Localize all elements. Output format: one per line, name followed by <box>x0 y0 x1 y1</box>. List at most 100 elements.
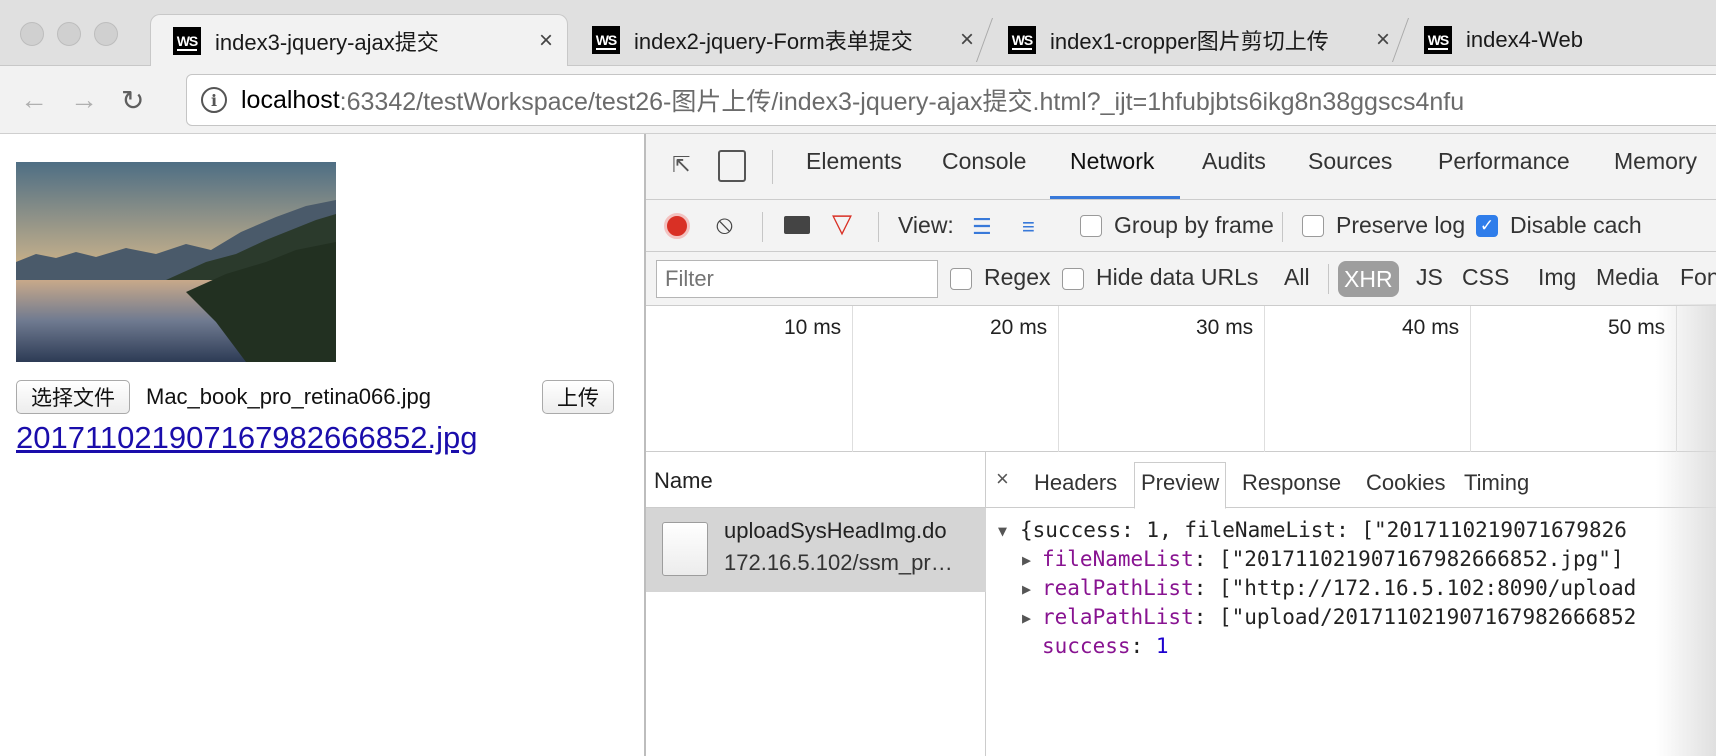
hide-data-urls-label: Hide data URLs <box>1096 264 1259 290</box>
group-by-frame-label: Group by frame <box>1114 212 1274 238</box>
json-value: : ["upload/201711021907167982666852 <box>1193 605 1637 629</box>
type-filter-all[interactable]: All <box>1284 264 1310 291</box>
json-key: success <box>1042 634 1131 658</box>
request-detail-panel: × Headers Preview Response Cookies Timin… <box>986 452 1716 756</box>
network-timeline-overview[interactable]: 10 ms 20 ms 30 ms 40 ms 50 ms <box>646 306 1716 452</box>
json-line: realPathList: ["http://172.16.5.102:8090… <box>1042 576 1636 600</box>
network-toolbar: ⦸ ▽ View: ☰ ≡ Group by frame Preserve lo… <box>646 200 1716 252</box>
reload-icon[interactable]: ↻ <box>121 84 144 117</box>
type-filter-img[interactable]: Img <box>1538 264 1576 291</box>
json-line: fileNameList: ["20171102190716798266685​… <box>1042 547 1624 571</box>
close-detail-icon[interactable]: × <box>996 466 1009 492</box>
close-window-button[interactable] <box>20 22 44 46</box>
json-key: fileNameList <box>1042 547 1194 571</box>
maximize-window-button[interactable] <box>94 22 118 46</box>
preserve-log-checkbox[interactable] <box>1302 215 1324 237</box>
tab-console[interactable]: Console <box>942 148 1026 175</box>
tab-strip: WS index3-jquery-ajax提交 × WS index2-jque… <box>0 0 1716 66</box>
tab-title: index3-jquery-ajax提交 <box>215 29 439 55</box>
webstorm-favicon-icon: WS <box>592 26 620 54</box>
navigation-bar: ← → ↻ i localhost:63342/testWorkspace/te… <box>0 66 1716 134</box>
json-number: 1 <box>1155 634 1169 658</box>
collapsed-triangle-icon[interactable]: ▶ <box>1022 551 1031 569</box>
choose-file-button[interactable]: 选择文件 <box>16 380 130 414</box>
browser-tab-index3[interactable]: WS index3-jquery-ajax提交 × <box>150 14 568 66</box>
info-icon[interactable]: i <box>201 87 227 113</box>
hide-data-urls-checkbox[interactable] <box>1062 268 1084 290</box>
document-icon <box>662 522 708 576</box>
regex-checkbox[interactable] <box>950 268 972 290</box>
tab-elements[interactable]: Elements <box>806 148 902 175</box>
browser-tab-index1[interactable]: WS index1-cropper图片剪切上传 × <box>986 14 1404 66</box>
json-key: relaPathList <box>1042 605 1194 629</box>
overview-icon[interactable]: ≡ <box>1022 214 1035 240</box>
tab-timing[interactable]: Timing <box>1464 470 1529 496</box>
upload-button[interactable]: 上传 <box>542 380 614 414</box>
tab-close-icon[interactable]: × <box>539 27 553 55</box>
disable-cache-checkbox[interactable]: ✓ <box>1476 215 1498 237</box>
tab-title: index4-Web <box>1466 27 1583 52</box>
type-filter-font[interactable]: Fon <box>1680 264 1716 291</box>
clear-icon[interactable]: ⦸ <box>716 209 733 241</box>
webstorm-favicon-icon: WS <box>173 26 201 55</box>
request-url: 172.16.5.102/ssm_pr… <box>724 550 953 575</box>
tab-preview[interactable]: Preview <box>1134 462 1227 509</box>
type-filter-xhr[interactable]: XHR <box>1338 261 1399 297</box>
request-list: Name uploadSysHeadImg.do 172.16.5.102/ss… <box>646 452 986 756</box>
filter-icon[interactable]: ▽ <box>832 208 852 239</box>
webstorm-favicon-icon: WS <box>1424 26 1452 54</box>
collapsed-triangle-icon[interactable]: ▶ <box>1022 609 1031 627</box>
view-label: View: <box>898 212 954 238</box>
type-filter-media[interactable]: Media <box>1596 264 1659 291</box>
window-edge-shadow <box>1656 304 1716 756</box>
preview-image <box>16 162 336 362</box>
type-filter-css[interactable]: CSS <box>1462 264 1509 291</box>
devtools-panel: ⇱ Elements Console Network Audits Source… <box>644 134 1716 756</box>
tab-title: index2-jquery-Form表单提交 <box>634 29 913 54</box>
filter-input[interactable] <box>656 260 938 298</box>
browser-tab-index2[interactable]: WS index2-jquery-Form表单提交 × <box>570 14 988 66</box>
json-line: success: 1 <box>1042 634 1169 658</box>
forward-arrow-icon[interactable]: → <box>70 84 98 116</box>
preserve-log-label: Preserve log <box>1336 212 1466 238</box>
selected-file-name: Mac_book_pro_retina066.jpg <box>146 384 431 409</box>
tab-headers[interactable]: Headers <box>1034 470 1117 496</box>
tab-network[interactable]: Network <box>1070 148 1154 175</box>
json-value: : ["20171102190716798266685​2.jpg"] <box>1193 547 1624 571</box>
device-toolbar-icon[interactable] <box>718 150 746 182</box>
large-rows-icon[interactable]: ☰ <box>972 214 992 240</box>
tab-title: index1-cropper图片剪切上传 <box>1050 29 1329 54</box>
url-host: localhost <box>241 85 340 114</box>
tab-performance[interactable]: Performance <box>1438 148 1570 175</box>
timeline-tick: 40 ms <box>1402 316 1460 339</box>
tab-close-icon[interactable]: × <box>960 26 974 54</box>
inspect-element-icon[interactable]: ⇱ <box>672 152 690 178</box>
browser-tab-index4[interactable]: WS index4-Web <box>1402 14 1716 66</box>
tab-close-icon[interactable]: × <box>1376 26 1390 54</box>
disable-cache-label: Disable cach <box>1510 212 1642 238</box>
group-by-frame-checkbox[interactable] <box>1080 215 1102 237</box>
address-bar[interactable]: i localhost:63342/testWorkspace/test26-图… <box>186 74 1716 126</box>
devtools-tab-bar: ⇱ Elements Console Network Audits Source… <box>646 134 1716 200</box>
tab-memory[interactable]: Memory <box>1614 148 1697 175</box>
request-row[interactable]: uploadSysHeadImg.do 172.16.5.102/ssm_pr… <box>646 508 986 592</box>
tab-sources[interactable]: Sources <box>1308 148 1392 175</box>
tab-cookies[interactable]: Cookies <box>1366 470 1445 496</box>
uploaded-file-link[interactable]: 20171102190716798266685​2.jpg <box>16 420 477 456</box>
collapsed-triangle-icon[interactable]: ▶ <box>1022 580 1031 598</box>
tab-response[interactable]: Response <box>1242 470 1341 496</box>
back-arrow-icon[interactable]: ← <box>20 84 48 116</box>
json-key: realPathList <box>1042 576 1194 600</box>
minimize-window-button[interactable] <box>57 22 81 46</box>
expanded-triangle-icon[interactable]: ▼ <box>998 522 1007 540</box>
capture-screenshots-icon[interactable] <box>784 216 810 234</box>
browser-chrome: WS index3-jquery-ajax提交 × WS index2-jque… <box>0 0 1716 134</box>
name-column-header[interactable]: Name <box>646 452 986 508</box>
json-line: relaPathList: ["upload/20171102190716798… <box>1042 605 1636 629</box>
timeline-tick: 30 ms <box>1196 316 1254 339</box>
type-filter-js[interactable]: JS <box>1416 264 1443 291</box>
record-icon[interactable] <box>664 213 690 239</box>
tab-audits[interactable]: Audits <box>1202 148 1266 175</box>
timeline-tick: 20 ms <box>990 316 1048 339</box>
regex-label: Regex <box>984 264 1051 290</box>
